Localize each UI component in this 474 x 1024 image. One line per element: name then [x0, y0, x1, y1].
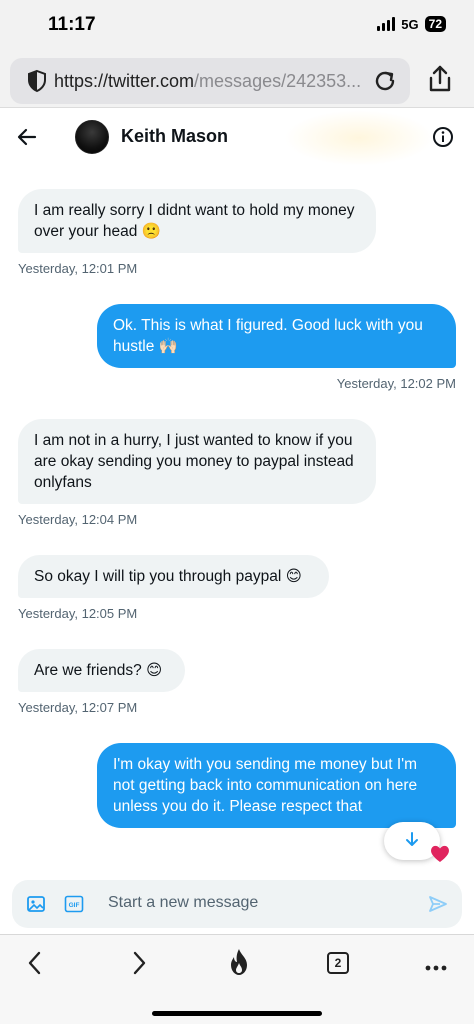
message-timestamp: Yesterday, 12:02 PM	[336, 376, 456, 391]
status-indicators: 5G 72	[377, 16, 446, 32]
message-bubble[interactable]: I am not in a hurry, I just wanted to kn…	[18, 419, 376, 504]
message-outgoing: I'm okay with you sending me money but I…	[97, 743, 456, 828]
gif-icon[interactable]: GIF	[64, 895, 84, 918]
message-bubble[interactable]: I am really sorry I didnt want to hold m…	[18, 189, 376, 253]
share-icon[interactable]	[426, 64, 454, 99]
network-label: 5G	[401, 16, 419, 32]
browser-toolbar: https://twitter.com/messages/242353...	[0, 52, 474, 108]
chevron-right-icon[interactable]	[128, 950, 150, 981]
message-timestamp: Yesterday, 12:05 PM	[18, 606, 138, 621]
status-bar: 11:17 5G 72	[0, 0, 474, 52]
tabs-icon[interactable]: 2	[327, 952, 349, 974]
gif-label: GIF	[69, 902, 80, 909]
message-incoming: I am not in a hurry, I just wanted to kn…	[18, 419, 376, 527]
contact-name[interactable]: Keith Mason	[121, 126, 228, 147]
message-timestamp: Yesterday, 12:01 PM	[18, 261, 138, 276]
browser-bottom-bar: 2	[0, 934, 474, 1024]
message-timestamp: Yesterday, 12:04 PM	[18, 512, 138, 527]
more-icon[interactable]	[424, 959, 448, 977]
message-timestamp: Yesterday, 12:07 PM	[18, 700, 138, 715]
flame-icon[interactable]	[226, 947, 252, 982]
tabs-count: 2	[327, 952, 349, 974]
image-icon[interactable]	[26, 894, 46, 919]
message-bubble[interactable]: Are we friends? 😊	[18, 649, 185, 692]
status-time: 11:17	[48, 14, 96, 35]
chevron-left-icon[interactable]	[24, 950, 46, 981]
url-text[interactable]: https://twitter.com/messages/242353...	[54, 71, 372, 92]
avatar[interactable]	[75, 120, 109, 154]
reload-icon[interactable]	[372, 68, 398, 99]
message-incoming: So okay I will tip you through paypal 😊 …	[18, 555, 329, 621]
conversation-header: Keith Mason	[0, 110, 474, 166]
message-outgoing: Ok. This is what I figured. Good luck wi…	[97, 304, 456, 391]
back-arrow-icon[interactable]	[16, 126, 38, 153]
heart-icon	[428, 842, 452, 869]
message-incoming: I am really sorry I didnt want to hold m…	[18, 189, 376, 276]
message-bubble[interactable]: Ok. This is what I figured. Good luck wi…	[97, 304, 456, 368]
home-indicator	[152, 1011, 322, 1016]
address-bar[interactable]: https://twitter.com/messages/242353...	[10, 58, 410, 104]
battery-level: 72	[424, 16, 446, 32]
shield-icon[interactable]	[26, 69, 48, 98]
header-glare	[284, 110, 434, 166]
info-icon[interactable]	[432, 126, 454, 153]
url-path: /messages/242353...	[194, 71, 362, 91]
arrow-down-icon	[403, 830, 421, 853]
message-composer: GIF Start a new message	[12, 880, 462, 928]
signal-icon	[377, 17, 396, 31]
message-input[interactable]: Start a new message	[108, 894, 258, 912]
message-bubble[interactable]: So okay I will tip you through paypal 😊	[18, 555, 329, 598]
send-icon[interactable]	[428, 894, 448, 919]
url-host: https://twitter.com	[54, 71, 195, 91]
message-incoming: Are we friends? 😊 Yesterday, 12:07 PM	[18, 649, 185, 715]
message-bubble[interactable]: I'm okay with you sending me money but I…	[97, 743, 456, 828]
